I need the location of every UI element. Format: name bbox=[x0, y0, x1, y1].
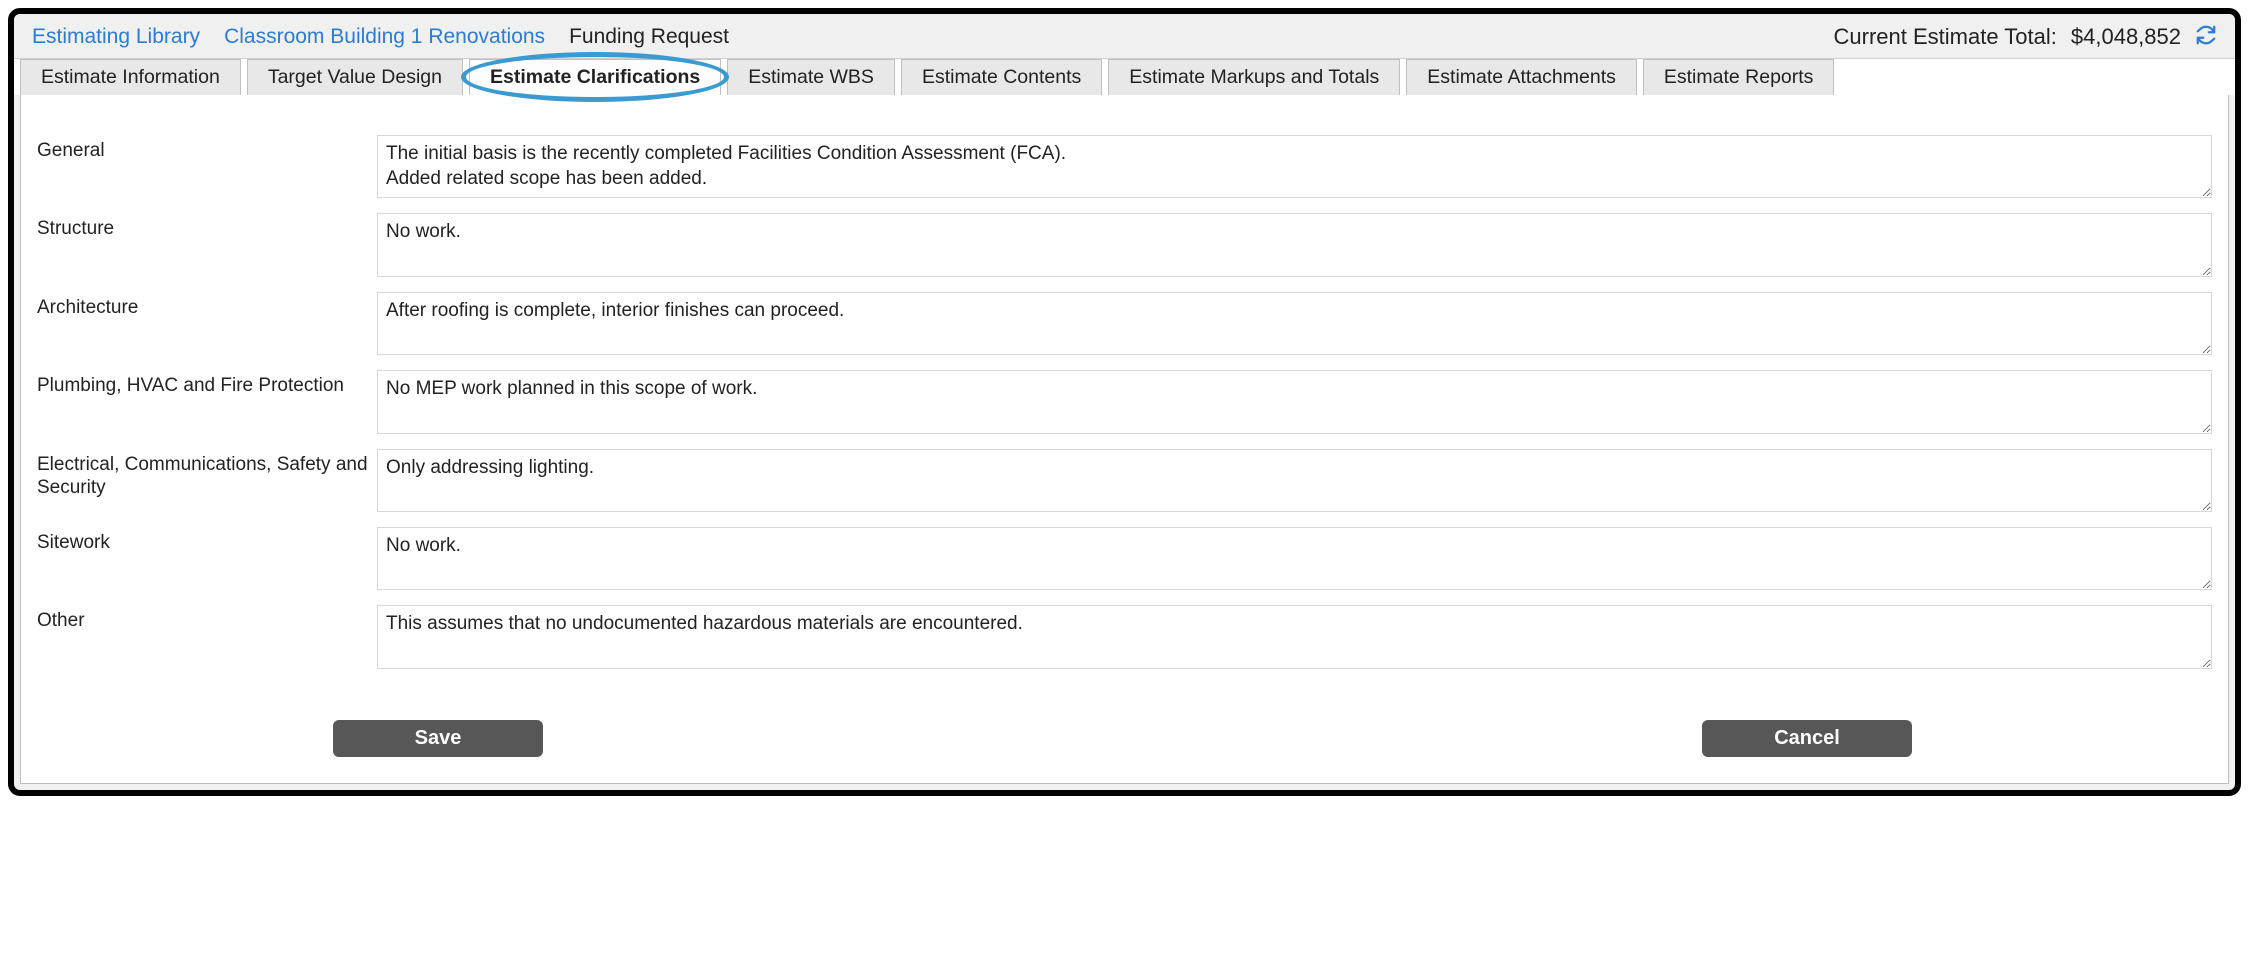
field-label-structure: Structure bbox=[37, 213, 377, 241]
field-input-mep[interactable] bbox=[377, 370, 2212, 433]
breadcrumb-project-link[interactable]: Classroom Building 1 Renovations bbox=[224, 25, 545, 49]
content-area: General Structure Architecture Plumbing, HV… bbox=[20, 95, 2229, 784]
tab-estimate-information[interactable]: Estimate Information bbox=[20, 59, 241, 95]
field-label-architecture: Architecture bbox=[37, 292, 377, 320]
field-row-elec: Electrical, Communications, Safety and S… bbox=[37, 449, 2212, 517]
total-value: $4,048,852 bbox=[2071, 24, 2181, 50]
total-label: Current Estimate Total: bbox=[1834, 24, 2057, 50]
field-row-sitework: Sitework bbox=[37, 527, 2212, 595]
tab-estimate-reports[interactable]: Estimate Reports bbox=[1643, 59, 1835, 95]
field-input-general[interactable] bbox=[377, 135, 2212, 198]
tab-row: Estimate InformationTarget Value DesignE… bbox=[14, 58, 2235, 95]
field-label-other: Other bbox=[37, 605, 377, 633]
header-total: Current Estimate Total: $4,048,852 bbox=[1834, 24, 2217, 50]
field-input-sitework[interactable] bbox=[377, 527, 2212, 590]
cancel-button[interactable]: Cancel bbox=[1702, 720, 1912, 757]
field-row-general: General bbox=[37, 135, 2212, 203]
field-input-elec[interactable] bbox=[377, 449, 2212, 512]
refresh-icon[interactable] bbox=[2195, 24, 2217, 50]
tab-estimate-contents[interactable]: Estimate Contents bbox=[901, 59, 1102, 95]
header-bar: Estimating Library Classroom Building 1 … bbox=[14, 14, 2235, 58]
field-row-mep: Plumbing, HVAC and Fire Protection bbox=[37, 370, 2212, 438]
tab-estimate-attachments[interactable]: Estimate Attachments bbox=[1406, 59, 1637, 95]
tab-estimate-wbs[interactable]: Estimate WBS bbox=[727, 59, 895, 95]
app-frame: Estimating Library Classroom Building 1 … bbox=[8, 8, 2241, 796]
save-button[interactable]: Save bbox=[333, 720, 543, 757]
field-label-general: General bbox=[37, 135, 377, 163]
field-row-structure: Structure bbox=[37, 213, 2212, 281]
tab-estimate-clarifications[interactable]: Estimate Clarifications bbox=[469, 59, 721, 95]
field-input-architecture[interactable] bbox=[377, 292, 2212, 355]
field-label-mep: Plumbing, HVAC and Fire Protection bbox=[37, 370, 377, 398]
breadcrumb-library-link[interactable]: Estimating Library bbox=[32, 25, 200, 49]
field-label-sitework: Sitework bbox=[37, 527, 377, 555]
breadcrumb: Estimating Library Classroom Building 1 … bbox=[32, 25, 729, 49]
field-row-other: Other bbox=[37, 605, 2212, 673]
tab-target-value-design[interactable]: Target Value Design bbox=[247, 59, 463, 95]
field-input-other[interactable] bbox=[377, 605, 2212, 668]
field-label-elec: Electrical, Communications, Safety and S… bbox=[37, 449, 377, 501]
button-row: Save Cancel bbox=[37, 720, 2212, 757]
field-row-architecture: Architecture bbox=[37, 292, 2212, 360]
breadcrumb-page: Funding Request bbox=[569, 25, 729, 49]
field-input-structure[interactable] bbox=[377, 213, 2212, 276]
tab-estimate-markups-and-totals[interactable]: Estimate Markups and Totals bbox=[1108, 59, 1400, 95]
